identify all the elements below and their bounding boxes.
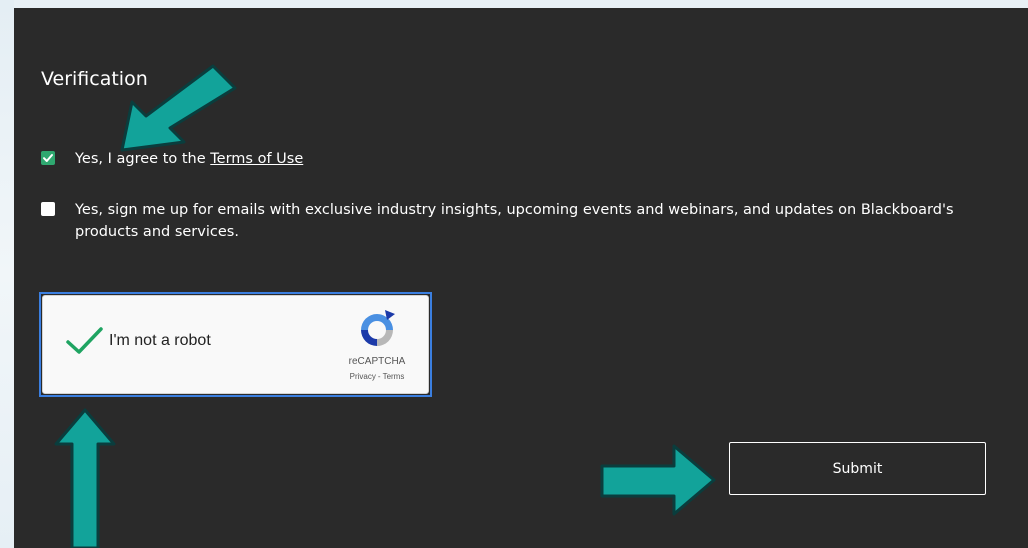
recaptcha-box: I'm not a robot reCAPTCHA Privacy - Terms <box>42 295 429 394</box>
submit-button[interactable]: Submit <box>729 442 986 495</box>
page-background-top <box>0 0 1028 8</box>
recaptcha-widget: I'm not a robot reCAPTCHA Privacy - Terms <box>39 292 432 397</box>
recaptcha-checkmark-icon[interactable] <box>65 326 105 356</box>
recaptcha-logo-icon <box>361 310 395 346</box>
recaptcha-brand: reCAPTCHA <box>348 356 406 367</box>
recaptcha-privacy-link[interactable]: Privacy <box>350 372 376 381</box>
arrow-up-icon <box>54 408 116 548</box>
checkmark-icon <box>43 154 53 162</box>
arrow-right-icon <box>600 444 716 516</box>
recaptcha-label: I'm not a robot <box>109 332 211 349</box>
emails-checkbox-row: Yes, sign me up for emails with exclusiv… <box>41 199 971 243</box>
emails-label: Yes, sign me up for emails with exclusiv… <box>75 202 954 240</box>
terms-checkbox[interactable] <box>41 151 55 165</box>
arrow-down-left-icon <box>120 64 237 152</box>
emails-checkbox[interactable] <box>41 202 55 216</box>
recaptcha-separator: - <box>377 372 381 381</box>
recaptcha-terms-link[interactable]: Terms <box>383 372 405 381</box>
page-background-left <box>0 0 14 548</box>
recaptcha-links: Privacy - Terms <box>333 372 421 381</box>
